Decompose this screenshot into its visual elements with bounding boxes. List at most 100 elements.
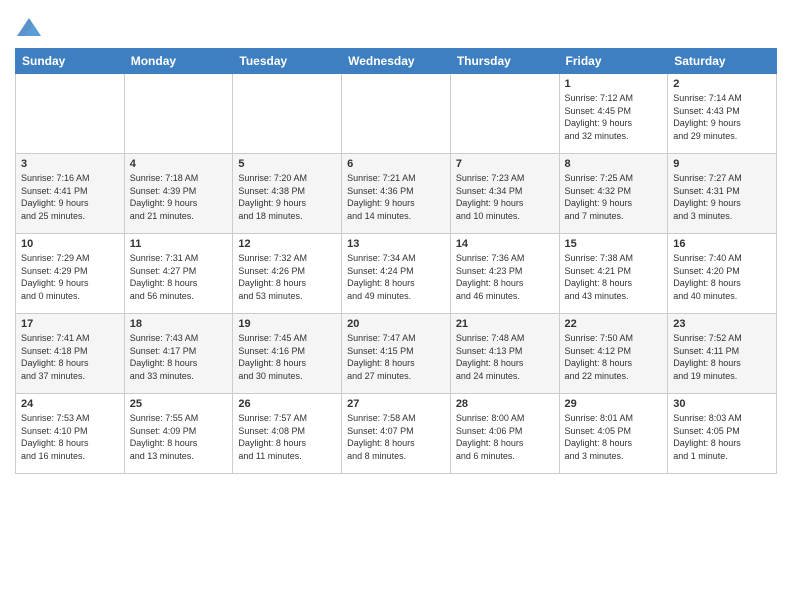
day-number: 2: [673, 78, 771, 90]
week-row-3: 10Sunrise: 7:29 AM Sunset: 4:29 PM Dayli…: [16, 234, 777, 314]
day-info: Sunrise: 7:14 AM Sunset: 4:43 PM Dayligh…: [673, 92, 771, 142]
day-number: 14: [456, 238, 554, 250]
day-info: Sunrise: 7:53 AM Sunset: 4:10 PM Dayligh…: [21, 412, 119, 462]
day-number: 24: [21, 398, 119, 410]
day-number: 8: [565, 158, 663, 170]
header: [15, 10, 777, 42]
day-number: 27: [347, 398, 445, 410]
day-cell: 29 Sunrise: 8:01 AM Sunset: 4:05 PM Dayli…: [559, 394, 668, 474]
day-info: Sunrise: 7:18 AM Sunset: 4:39 PM Dayligh…: [130, 172, 228, 222]
day-cell: 16 Sunrise: 7:40 AM Sunset: 4:20 PM Dayli…: [668, 234, 777, 314]
day-cell: 25Sunrise: 7:55 AM Sunset: 4:09 PM Dayli…: [124, 394, 233, 474]
day-cell: 11Sunrise: 7:31 AM Sunset: 4:27 PM Dayli…: [124, 234, 233, 314]
day-cell: 1 Sunrise: 7:12 AM Sunset: 4:45 PM Daylig…: [559, 74, 668, 154]
day-info: Sunrise: 7:41 AM Sunset: 4:18 PM Dayligh…: [21, 332, 119, 382]
day-info: Sunrise: 7:36 AM Sunset: 4:23 PM Dayligh…: [456, 252, 554, 302]
day-number: 19: [238, 318, 336, 330]
week-row-5: 24 Sunrise: 7:53 AM Sunset: 4:10 PM Dayli…: [16, 394, 777, 474]
day-info: Sunrise: 7:58 AM Sunset: 4:07 PM Dayligh…: [347, 412, 445, 462]
day-cell: 5Sunrise: 7:20 AM Sunset: 4:38 PM Daylig…: [233, 154, 342, 234]
day-number: 1: [565, 78, 663, 90]
day-cell: 22 Sunrise: 7:50 AM Sunset: 4:12 PM Dayli…: [559, 314, 668, 394]
weekday-header-saturday: Saturday: [668, 49, 777, 74]
day-info: Sunrise: 7:21 AM Sunset: 4:36 PM Dayligh…: [347, 172, 445, 222]
day-number: 28: [456, 398, 554, 410]
weekday-header-friday: Friday: [559, 49, 668, 74]
day-number: 15: [565, 238, 663, 250]
day-info: Sunrise: 7:57 AM Sunset: 4:08 PM Dayligh…: [238, 412, 336, 462]
day-cell: 7 Sunrise: 7:23 AM Sunset: 4:34 PM Daylig…: [450, 154, 559, 234]
weekday-header-tuesday: Tuesday: [233, 49, 342, 74]
week-row-2: 3Sunrise: 7:16 AM Sunset: 4:41 PM Daylig…: [16, 154, 777, 234]
day-number: 13: [347, 238, 445, 250]
day-info: Sunrise: 7:32 AM Sunset: 4:26 PM Dayligh…: [238, 252, 336, 302]
day-cell: 21Sunrise: 7:48 AM Sunset: 4:13 PM Dayli…: [450, 314, 559, 394]
day-number: 30: [673, 398, 771, 410]
day-number: 17: [21, 318, 119, 330]
day-info: Sunrise: 7:38 AM Sunset: 4:21 PM Dayligh…: [565, 252, 663, 302]
day-cell: 8 Sunrise: 7:25 AM Sunset: 4:32 PM Daylig…: [559, 154, 668, 234]
day-cell: 28Sunrise: 8:00 AM Sunset: 4:06 PM Dayli…: [450, 394, 559, 474]
day-info: Sunrise: 7:47 AM Sunset: 4:15 PM Dayligh…: [347, 332, 445, 382]
day-cell: 26 Sunrise: 7:57 AM Sunset: 4:08 PM Dayli…: [233, 394, 342, 474]
weekday-header-sunday: Sunday: [16, 49, 125, 74]
day-number: 12: [238, 238, 336, 250]
day-cell: 12 Sunrise: 7:32 AM Sunset: 4:26 PM Dayli…: [233, 234, 342, 314]
calendar-body: 1 Sunrise: 7:12 AM Sunset: 4:45 PM Daylig…: [16, 74, 777, 474]
day-cell: 19Sunrise: 7:45 AM Sunset: 4:16 PM Dayli…: [233, 314, 342, 394]
day-info: Sunrise: 7:29 AM Sunset: 4:29 PM Dayligh…: [21, 252, 119, 302]
day-info: Sunrise: 7:43 AM Sunset: 4:17 PM Dayligh…: [130, 332, 228, 382]
day-number: 25: [130, 398, 228, 410]
day-cell: [16, 74, 125, 154]
day-cell: 27 Sunrise: 7:58 AM Sunset: 4:07 PM Dayli…: [342, 394, 451, 474]
day-cell: 13 Sunrise: 7:34 AM Sunset: 4:24 PM Dayli…: [342, 234, 451, 314]
day-cell: [233, 74, 342, 154]
day-cell: 23 Sunrise: 7:52 AM Sunset: 4:11 PM Dayli…: [668, 314, 777, 394]
weekday-header-wednesday: Wednesday: [342, 49, 451, 74]
day-number: 22: [565, 318, 663, 330]
day-cell: 20Sunrise: 7:47 AM Sunset: 4:15 PM Dayli…: [342, 314, 451, 394]
day-cell: [124, 74, 233, 154]
day-number: 29: [565, 398, 663, 410]
day-number: 7: [456, 158, 554, 170]
day-number: 3: [21, 158, 119, 170]
day-number: 4: [130, 158, 228, 170]
day-number: 18: [130, 318, 228, 330]
day-number: 26: [238, 398, 336, 410]
day-number: 23: [673, 318, 771, 330]
day-info: Sunrise: 7:25 AM Sunset: 4:32 PM Dayligh…: [565, 172, 663, 222]
day-cell: 4 Sunrise: 7:18 AM Sunset: 4:39 PM Daylig…: [124, 154, 233, 234]
day-info: Sunrise: 7:34 AM Sunset: 4:24 PM Dayligh…: [347, 252, 445, 302]
day-cell: 2 Sunrise: 7:14 AM Sunset: 4:43 PM Daylig…: [668, 74, 777, 154]
day-cell: 18 Sunrise: 7:43 AM Sunset: 4:17 PM Dayli…: [124, 314, 233, 394]
day-info: Sunrise: 7:27 AM Sunset: 4:31 PM Dayligh…: [673, 172, 771, 222]
day-cell: 10Sunrise: 7:29 AM Sunset: 4:29 PM Dayli…: [16, 234, 125, 314]
day-info: Sunrise: 7:23 AM Sunset: 4:34 PM Dayligh…: [456, 172, 554, 222]
day-info: Sunrise: 7:50 AM Sunset: 4:12 PM Dayligh…: [565, 332, 663, 382]
day-number: 6: [347, 158, 445, 170]
day-info: Sunrise: 7:12 AM Sunset: 4:45 PM Dayligh…: [565, 92, 663, 142]
day-number: 5: [238, 158, 336, 170]
day-cell: 30 Sunrise: 8:03 AM Sunset: 4:05 PM Dayli…: [668, 394, 777, 474]
day-info: Sunrise: 7:52 AM Sunset: 4:11 PM Dayligh…: [673, 332, 771, 382]
day-info: Sunrise: 7:40 AM Sunset: 4:20 PM Dayligh…: [673, 252, 771, 302]
week-row-1: 1 Sunrise: 7:12 AM Sunset: 4:45 PM Daylig…: [16, 74, 777, 154]
logo-icon: [15, 14, 43, 42]
day-info: Sunrise: 8:01 AM Sunset: 4:05 PM Dayligh…: [565, 412, 663, 462]
logo: [15, 14, 45, 42]
day-cell: 3Sunrise: 7:16 AM Sunset: 4:41 PM Daylig…: [16, 154, 125, 234]
weekday-header-monday: Monday: [124, 49, 233, 74]
day-number: 16: [673, 238, 771, 250]
day-cell: [450, 74, 559, 154]
day-info: Sunrise: 8:03 AM Sunset: 4:05 PM Dayligh…: [673, 412, 771, 462]
day-cell: 17 Sunrise: 7:41 AM Sunset: 4:18 PM Dayli…: [16, 314, 125, 394]
calendar-table: SundayMondayTuesdayWednesdayThursdayFrid…: [15, 48, 777, 474]
day-cell: 6 Sunrise: 7:21 AM Sunset: 4:36 PM Daylig…: [342, 154, 451, 234]
weekday-header-thursday: Thursday: [450, 49, 559, 74]
day-number: 21: [456, 318, 554, 330]
day-info: Sunrise: 7:31 AM Sunset: 4:27 PM Dayligh…: [130, 252, 228, 302]
day-number: 9: [673, 158, 771, 170]
day-cell: 14 Sunrise: 7:36 AM Sunset: 4:23 PM Dayli…: [450, 234, 559, 314]
page: SundayMondayTuesdayWednesdayThursdayFrid…: [0, 0, 792, 612]
day-cell: 9 Sunrise: 7:27 AM Sunset: 4:31 PM Daylig…: [668, 154, 777, 234]
